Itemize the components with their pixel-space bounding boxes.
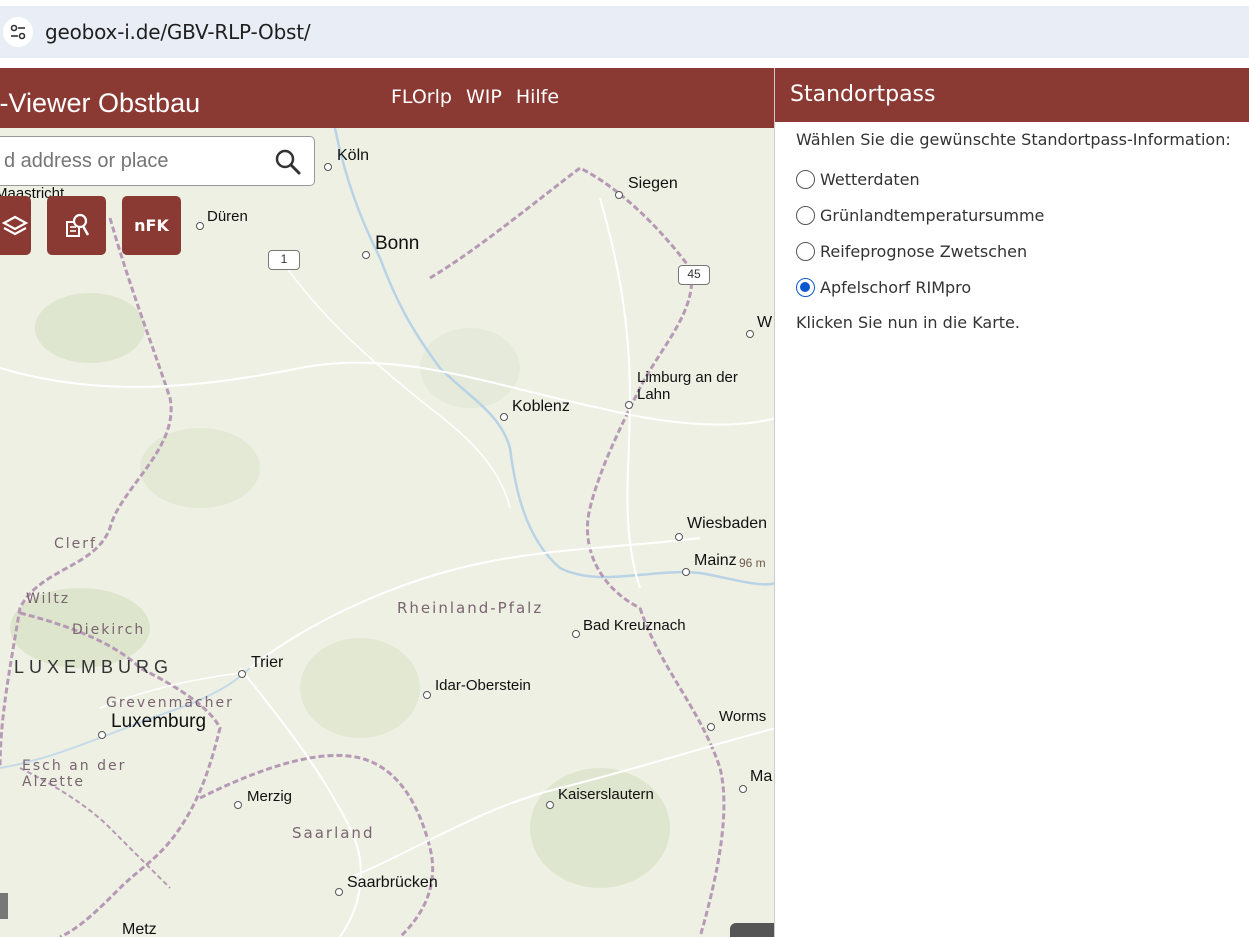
map-marker-dueren [196, 222, 204, 230]
option-apfelschorf[interactable]: Apfelschorf RIMpro [796, 269, 1249, 305]
panel-prompt: Wählen Sie die gewünschte Standortpass-I… [796, 130, 1231, 149]
option-gruenlandtemperatursumme[interactable]: Grünlandtemperatursumme [796, 197, 1249, 233]
map-label-saarbruecken: Saarbrücken [347, 874, 438, 891]
map-label-bonn: Bonn [375, 233, 420, 254]
map-label-kaiserslautern: Kaiserslautern [558, 786, 654, 803]
map-label-elevation: 96 m [739, 556, 766, 570]
map-label-grevenmacher: Grevenmacher [106, 695, 234, 711]
option-label: Reifeprognose Zwetschen [820, 241, 1028, 261]
map-label-koeln: Köln [337, 147, 370, 164]
search-input[interactable] [4, 149, 264, 173]
map-label-limburg: Limburg an der Lahn [637, 369, 738, 403]
map-label-rheinland-pfalz: Rheinland-Pfalz [397, 599, 544, 617]
map-marker-luxemburg [98, 731, 106, 739]
map-marker-w [746, 330, 754, 338]
map-overview-toggle[interactable] [730, 923, 776, 937]
map-label-dueren: Düren [207, 208, 248, 225]
option-reifeprognose[interactable]: Reifeprognose Zwetschen [796, 233, 1249, 269]
map-label-diekirch: Diekirch [72, 622, 146, 638]
map-marker-saarbruecken [335, 888, 343, 896]
map-marker-siegen [615, 191, 623, 199]
option-wetterdaten[interactable]: Wetterdaten [796, 161, 1249, 197]
search-box [0, 136, 315, 186]
map-label-wiltz: Wiltz [26, 591, 71, 607]
app-title: x-Viewer Obstbau [0, 88, 201, 118]
map-label-esch: Esch an der Alzette [22, 758, 127, 790]
radio-reifeprognose[interactable] [796, 241, 815, 261]
query-button[interactable] [47, 196, 106, 255]
map-marker-kaiserslautern [546, 801, 554, 809]
map-label-metz: Metz [122, 921, 157, 937]
map-marker-merzig [234, 801, 242, 809]
map-marker-idar-oberstein [423, 691, 431, 699]
radio-gruenlandtemperatursumme[interactable] [796, 205, 815, 225]
nav-hilfe[interactable]: Hilfe [516, 86, 559, 108]
map-marker-bad-kreuznach [572, 630, 580, 638]
map-marker-ma [739, 785, 747, 793]
map-label-luxemburg-city: Luxemburg [111, 711, 207, 732]
nav-florlp[interactable]: FLOrlp [391, 86, 452, 108]
map-label-trier: Trier [251, 654, 284, 671]
panel-hint: Klicken Sie nun in die Karte. [796, 313, 1020, 332]
document-search-icon [65, 213, 89, 237]
map-canvas[interactable]: 1 45 Köln Siegen Maastricht Düren Bonn W… [0, 68, 776, 937]
map-label-koblenz: Koblenz [512, 398, 570, 415]
nav-wip[interactable]: WIP [466, 86, 502, 108]
map-marker-koblenz [500, 413, 508, 421]
map-label-idar-oberstein: Idar-Oberstein [435, 677, 531, 694]
nfk-button[interactable]: nFK [122, 196, 181, 255]
top-nav: FLOrlp WIP Hilfe [391, 86, 559, 108]
map-label-bad-kreuznach: Bad Kreuznach [583, 617, 686, 634]
map-label-saarland: Saarland [292, 824, 375, 842]
option-label: Apfelschorf RIMpro [820, 277, 972, 297]
map-marker-bonn [362, 251, 370, 259]
map-marker-mainz [682, 568, 690, 576]
panel-body: Wählen Sie die gewünschte Standortpass-I… [775, 122, 1249, 332]
map-basemap [0, 68, 776, 937]
url-field[interactable]: geobox-i.de/GBV-RLP-Obst/ [0, 6, 1249, 58]
map-marker-worms [707, 723, 715, 731]
map-label-merzig: Merzig [247, 788, 293, 805]
map-marker-limburg [625, 401, 633, 409]
url-text: geobox-i.de/GBV-RLP-Obst/ [45, 20, 311, 44]
option-label: Wetterdaten [820, 169, 920, 189]
road-shield: 1 [268, 250, 300, 270]
map-label-w: W [757, 314, 773, 331]
radio-wetterdaten[interactable] [796, 169, 815, 189]
map-label-ma: Ma [750, 768, 773, 785]
panel-title: Standortpass [775, 68, 1249, 122]
option-label: Grünlandtemperatursumme [820, 205, 1045, 225]
map-label-wiesbaden: Wiesbaden [687, 515, 768, 532]
radio-apfelschorf[interactable] [796, 277, 815, 297]
road-shield: 45 [678, 265, 710, 285]
map-label-mainz: Mainz [694, 552, 737, 569]
map-marker-trier [238, 670, 246, 678]
map-marker-koeln [324, 163, 332, 171]
layers-icon [1, 215, 28, 235]
standortpass-panel: Standortpass Wählen Sie die gewünschte S… [774, 68, 1249, 937]
map-label-siegen: Siegen [628, 175, 678, 192]
map-attribution-toggle[interactable] [0, 893, 8, 919]
search-icon[interactable] [274, 148, 302, 176]
layers-button[interactable] [0, 196, 31, 255]
tune-icon[interactable] [3, 17, 33, 47]
map-label-clerf: Clerf [54, 536, 97, 552]
map-marker-wiesbaden [675, 533, 683, 541]
browser-address-bar: geobox-i.de/GBV-RLP-Obst/ [0, 0, 1249, 66]
map-label-worms: Worms [719, 708, 767, 725]
map-label-luxemburg-country: LUXEMBURG [14, 657, 174, 677]
